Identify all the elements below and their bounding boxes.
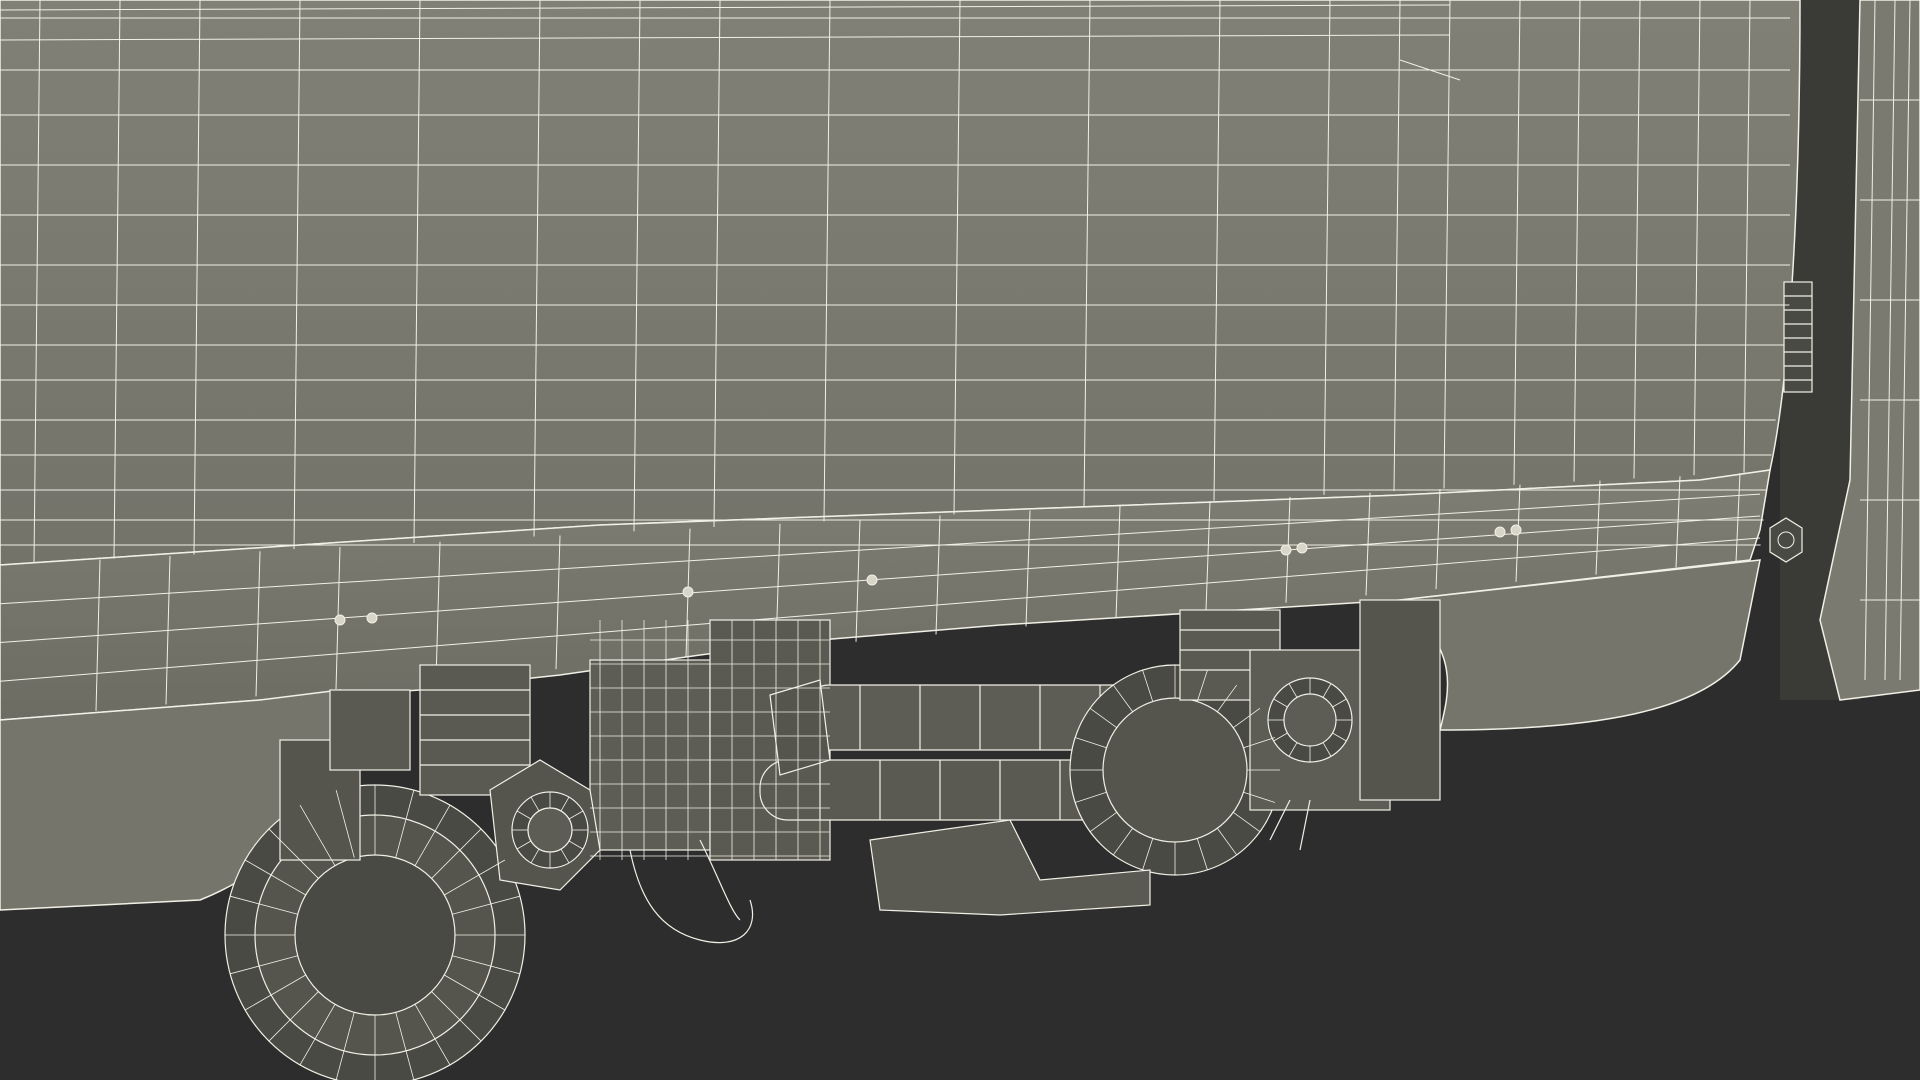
rivet <box>366 612 378 624</box>
vent-grille <box>1783 281 1813 393</box>
wireframe-render <box>0 0 1920 1080</box>
rivet <box>1510 524 1522 536</box>
car-body <box>0 0 1801 566</box>
rivet <box>334 614 346 626</box>
rivet <box>1280 544 1292 556</box>
rivet <box>866 574 878 586</box>
rivet <box>1296 542 1308 554</box>
coupler-bolt <box>1769 517 1803 563</box>
rivet <box>1494 526 1506 538</box>
render-viewport <box>0 0 1920 1080</box>
rivet <box>682 586 694 598</box>
